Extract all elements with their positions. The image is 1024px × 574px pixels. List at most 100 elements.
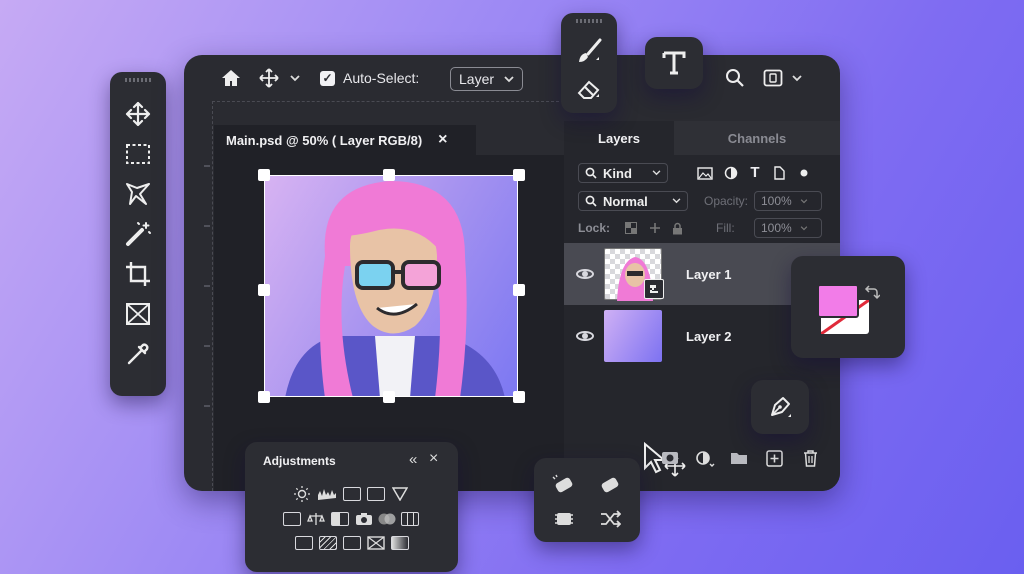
fill-value: 100% [761,221,792,235]
tab-channels[interactable]: Channels [674,121,840,155]
levels-icon[interactable] [317,486,337,502]
filter-toggle-icon[interactable] [798,167,810,179]
foreground-color-swatch[interactable] [817,284,859,318]
auto-select-checkbox[interactable]: ✓ [320,70,335,86]
collapse-panel-button[interactable]: « [409,451,417,468]
add-mask-icon[interactable] [660,449,680,467]
move-options-chevron-icon[interactable] [288,71,302,85]
eraser-tool-icon[interactable] [573,73,605,105]
photo-filter-icon[interactable] [355,511,373,527]
chevron-down-icon [672,198,681,204]
palette-grip[interactable] [125,78,151,82]
healing-brush-icon[interactable] [596,472,624,498]
blend-mode-dropdown[interactable]: Normal [578,191,688,211]
invert-icon[interactable] [295,536,313,550]
curves-icon[interactable] [343,487,361,501]
brush-palette [561,13,617,113]
home-icon[interactable] [220,67,242,89]
eyedropper-tool-icon[interactable] [122,338,154,370]
blend-mode-value: Normal [603,193,648,209]
transform-handle[interactable] [258,169,270,181]
new-adjustment-layer-icon[interactable] [694,449,716,469]
exposure-icon[interactable] [367,487,385,501]
shape-filter-icon[interactable] [770,165,788,181]
new-layer-icon[interactable] [764,448,784,468]
lock-label: Lock: [578,221,611,235]
adjustments-panel: Adjustments « × [245,442,458,572]
document-tab-close-button[interactable]: × [438,131,447,149]
auto-select-label: Auto-Select: [343,70,420,86]
brush-tool-icon[interactable] [573,35,605,67]
image-filter-icon[interactable] [696,165,714,181]
opacity-value: 100% [761,194,792,208]
visibility-eye-icon[interactable] [576,331,594,341]
color-lookup-icon[interactable] [401,512,419,526]
auto-select-target-value: Layer [459,71,495,87]
adjustment-filter-icon[interactable] [722,165,740,181]
content-aware-move-icon[interactable] [596,506,624,532]
layer-name: Layer 1 [686,266,732,282]
transform-handle[interactable] [513,284,525,296]
kind-filter-dropdown[interactable]: Kind [578,163,668,183]
fill-label: Fill: [716,221,735,235]
close-panel-button[interactable]: × [429,450,438,468]
document-tab-title: Main.psd @ 50% ( Layer RGB/8) [226,132,423,148]
new-group-icon[interactable] [728,449,750,467]
move-tool-icon[interactable] [122,98,154,130]
posterize-icon[interactable] [319,536,337,550]
workspace-chevron-icon[interactable] [790,71,804,85]
transform-handle[interactable] [513,391,525,403]
lasso-tool-icon[interactable] [122,178,154,210]
ruler-tick [204,165,210,167]
fill-input[interactable]: 100% [754,218,822,238]
tab-layers[interactable]: Layers [564,121,674,155]
lock-transparent-icon[interactable] [624,221,638,235]
threshold-icon[interactable] [343,536,361,550]
frame-tool-icon[interactable] [122,298,154,330]
selective-color-icon[interactable] [367,535,385,551]
crop-tool-icon[interactable] [122,258,154,290]
layer-thumbnail [604,310,662,362]
transform-handle[interactable] [513,169,525,181]
type-filter-icon[interactable]: T [746,163,764,181]
document-tab[interactable]: Main.psd @ 50% ( Layer RGB/8) × [214,125,476,155]
magic-wand-tool-icon[interactable] [122,218,154,250]
delete-layer-icon[interactable] [800,448,820,468]
hue-saturation-icon[interactable] [283,512,301,526]
auto-select-group: ✓ Auto-Select: [320,70,419,86]
color-balance-icon[interactable] [307,511,325,527]
transform-handle[interactable] [383,391,395,403]
tab-layers-label: Layers [598,130,640,146]
tab-channels-label: Channels [727,130,787,146]
vibrance-icon[interactable] [391,486,409,502]
spot-healing-icon[interactable] [550,472,578,498]
gradient-map-icon[interactable] [391,536,409,550]
lock-all-icon[interactable] [670,220,684,236]
transform-handle[interactable] [258,391,270,403]
visibility-eye-icon[interactable] [576,269,594,279]
kind-filter-label: Kind [603,165,632,181]
move-options-icon[interactable] [258,67,280,89]
brightness-contrast-icon[interactable] [293,486,311,502]
auto-select-target-dropdown[interactable]: Layer [450,67,524,91]
palette-grip[interactable] [576,19,602,23]
swap-colors-icon[interactable] [863,284,881,302]
artboard-image[interactable] [264,175,518,397]
transform-handle[interactable] [383,169,395,181]
opacity-input[interactable]: 100% [754,191,822,211]
pen-tool-icon[interactable] [763,390,797,424]
ruler-tick [204,225,210,227]
channel-mixer-icon[interactable] [377,511,397,527]
black-white-icon[interactable] [331,512,349,526]
patch-tool-icon[interactable] [550,506,578,532]
vertical-ruler [212,101,213,491]
workspace-icon[interactable] [762,68,784,88]
transform-handle[interactable] [258,284,270,296]
dropdown-chevron-icon [504,75,514,82]
adjustments-title: Adjustments [263,454,336,468]
lock-position-icon[interactable] [648,221,662,235]
search-icon[interactable] [724,67,746,89]
marquee-tool-icon[interactable] [122,138,154,170]
ruler-tick [204,345,210,347]
type-tool-icon[interactable] [657,47,691,79]
